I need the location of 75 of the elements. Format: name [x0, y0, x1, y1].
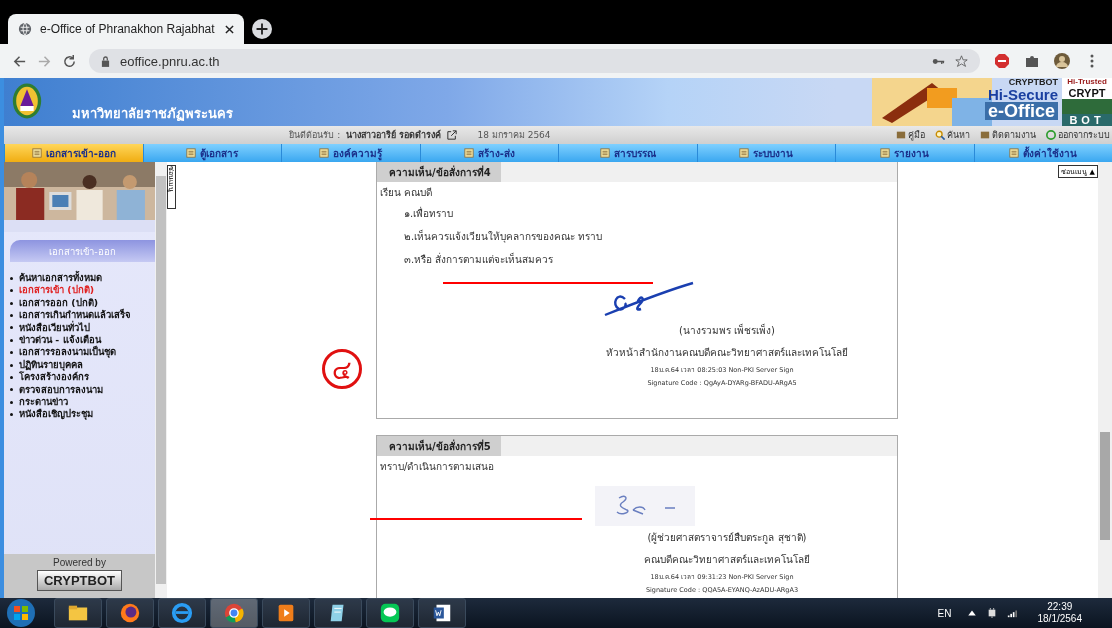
sidebar-link[interactable]: ตรวจสอบการลงนาม	[10, 383, 155, 397]
opinion-text: ๒.เห็นควรแจ้งเวียนให้บุคลากรของคณะ ทราบ	[403, 228, 604, 245]
taskbar-app[interactable]	[418, 598, 466, 628]
opinion-text: ๓.หรือ สั่งการตามแต่จะเห็นสมควร	[403, 251, 555, 267]
lock-icon	[101, 55, 110, 67]
sidebar-link[interactable]: ค้นหาเอกสารทั้งหมด	[10, 272, 155, 285]
close-icon[interactable]	[225, 24, 234, 34]
panel-title: ความเห็น/ข้อสั่งการที่4	[377, 162, 501, 182]
taskbar-app[interactable]	[54, 598, 102, 628]
power-plug-icon[interactable]	[986, 608, 997, 618]
nav-icon	[1009, 148, 1020, 158]
opinion-text: เรียน คณบดี	[379, 185, 434, 200]
sidebar-link[interactable]: หนังสือเชิญประชุม	[10, 408, 155, 421]
sidebar-link[interactable]: กระดานข่าว	[10, 396, 155, 409]
scrollbar[interactable]	[1098, 162, 1112, 598]
nav-icon	[463, 148, 474, 158]
signer-name: (ผู้ช่วยศาสตราจารย์สืบตระกูล สุชาติ)	[647, 530, 807, 546]
handwritten-number: ๔	[322, 349, 362, 389]
header-link[interactable]: ออกจากระบบ	[1046, 128, 1110, 142]
chat-app-icon	[379, 602, 401, 624]
opinion-text: ทราบ/ดำเนินการตามเสนอ	[379, 459, 496, 474]
sidebar-link[interactable]: เอกสารรอลงนามเป็นชุด	[10, 346, 155, 359]
user-name: นางสาวอาริย์ รอดดำรงค์	[346, 128, 442, 142]
powered-by-label: Powered by	[53, 557, 106, 568]
opinion-text: ๑.เพื่อทราบ	[403, 205, 455, 221]
header-link[interactable]: คู่มือ	[896, 128, 925, 142]
sidebar-link[interactable]: เอกสารเข้า (ปกติ)	[10, 284, 155, 297]
globe-icon	[18, 22, 32, 36]
taskbar-app[interactable]	[314, 598, 362, 628]
browser-e-icon	[171, 602, 193, 624]
panel-title: ความเห็น/ข้อสั่งการที่5	[377, 436, 501, 456]
sidebar-link[interactable]: โครงสร้างองค์กร	[10, 371, 155, 384]
sidebar-link[interactable]: หนังสือเวียนทั่วไป	[10, 321, 155, 335]
university-name: มหาวิทยาลัยราชภัฏพระนคร	[72, 105, 233, 123]
nav-icon	[880, 148, 891, 158]
nav-icon	[599, 148, 610, 158]
nav-icon	[186, 148, 197, 158]
stop-sign-icon[interactable]	[994, 53, 1010, 69]
nav-tab[interactable]: เอกสารเข้า-ออก	[4, 144, 143, 162]
star-icon[interactable]	[955, 54, 968, 68]
tab-title: e-Office of Phranakhon Rajabhat	[40, 22, 216, 36]
nav-icon	[739, 148, 750, 158]
signal-icon[interactable]	[1006, 608, 1017, 618]
chrome-icon	[223, 602, 245, 624]
external-link-icon[interactable]	[447, 130, 458, 140]
taskbar-app[interactable]	[210, 598, 258, 628]
trust-badge: Hi-Trusted CRYPT BOT	[1062, 78, 1112, 126]
brand-logo: CRYPTBOT Hi-Secure e-Office	[872, 78, 1062, 126]
avatar-icon[interactable]	[1054, 53, 1070, 69]
current-date: 18 มกราคม 2564	[477, 129, 551, 142]
university-seal-icon	[12, 81, 42, 121]
nav-icon	[319, 148, 330, 158]
cryptbot-logo: CRYPTBOT	[37, 570, 122, 591]
header-link[interactable]: ค้นหา	[935, 128, 970, 142]
browser-tab[interactable]: e-Office of Phranakhon Rajabhat	[8, 14, 244, 44]
sidebar-heading: เอกสารเข้า-ออก	[10, 240, 155, 262]
taskbar-app[interactable]	[106, 598, 154, 628]
document-app-icon	[431, 602, 453, 624]
sidebar-link[interactable]: เอกสารเกินกำหนดแล้วเสร็จ	[10, 309, 155, 322]
new-tab-icon[interactable]	[252, 19, 272, 39]
scrollbar[interactable]	[155, 162, 167, 598]
signer-position: คณบดีคณะวิทยาศาสตร์และเทคโนโลยี	[644, 552, 810, 567]
taskbar-app[interactable]	[366, 598, 414, 628]
start-button-icon[interactable]	[6, 598, 36, 628]
address-bar[interactable]: eoffice.pnru.ac.th	[89, 49, 980, 73]
language-indicator[interactable]: EN	[937, 607, 952, 619]
nav-icon	[31, 148, 42, 158]
up-arrow-icon[interactable]	[966, 608, 977, 618]
reload-icon[interactable]	[62, 53, 77, 69]
clock[interactable]: 22:39 18/1/2564	[1037, 601, 1082, 625]
welcome-label: ยินดีต้อนรับ :	[289, 129, 341, 142]
sidebar-link[interactable]: ปฏิทินรายบุคคล	[10, 358, 155, 372]
signer-name: (นางรวมพร เพ็ชรเพ็ง)	[679, 322, 775, 338]
header-link[interactable]: ติดตามงาน	[980, 128, 1036, 142]
signer-position: หัวหน้าสำนักงานคณบดีคณะวิทยาศาสตร์และเทคโนโลยี	[606, 345, 848, 360]
